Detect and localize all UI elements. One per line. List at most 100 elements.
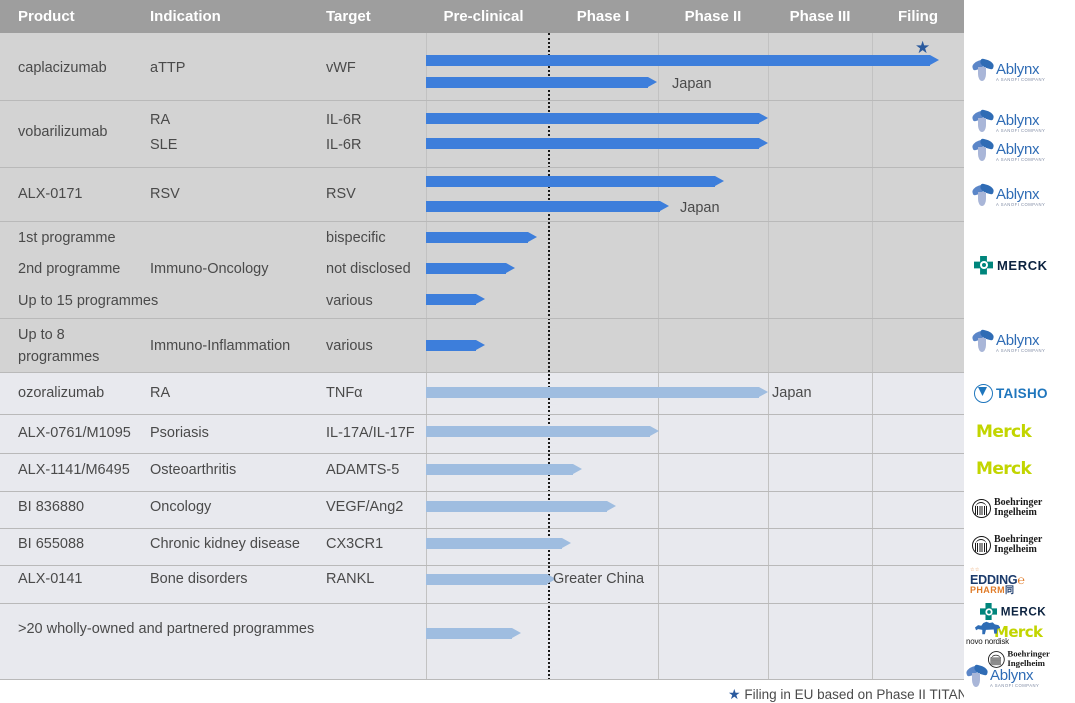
filing-star-marker: ★ [915,38,931,57]
ablynx-logo-icon [971,183,995,207]
cell-indication-alx0141: Bone disorders [150,571,248,587]
pipeline-table: Product Indication Target Pre-clinical P… [0,0,964,680]
cell-indication-bi655088: Chronic kidney disease [150,536,300,552]
column-header-indication: Indication [150,8,221,25]
novo-nordisk-bull-icon [975,621,1001,635]
cell-product-8-programmes-l1: Up to 8 [18,327,65,343]
bar-vobarilizumab-ra [426,113,768,124]
partner-logo-taisho: TAISHO [964,380,1075,406]
table-row [0,603,964,680]
column-header-target: Target [326,8,371,25]
cell-product-alx0171: ALX-0171 [18,186,83,202]
cell-target-bi655088: CX3CR1 [326,536,384,552]
partner-logo-eddingpharm: ☆☆ EDDING℮ PHARM同 [964,568,1075,596]
cell-product-15-programmes: Up to 15 programmes [18,293,159,309]
partner-name: Ablynx [996,185,1040,203]
cell-product-ozoralizumab: ozoralizumab [18,385,105,401]
bar-vobarilizumab-sle [426,138,768,149]
bar-alx0171-rsv-japan [426,201,669,212]
cell-target-alx1141: ADAMTS-5 [326,462,400,478]
bar-15-programmes [426,294,485,305]
partner-tagline: A SANOFI COMPANY [996,201,1046,207]
cell-target-vobarilizumab-sle: IL-6R [326,137,362,153]
partner-name: Ablynx [990,666,1034,684]
partner-logo-boehringer: Boehringer Ingelheim [964,530,1075,560]
cell-target-1st-programme: bispecific [326,230,386,246]
row-divider [0,679,964,680]
partner-subname: PHARM同 [970,585,1015,596]
cell-product-8-programmes-l2: programmes [18,349,100,365]
partner-logo-column: Ablynx A SANOFI COMPANY Ablynx A SANOFI … [964,0,1075,702]
taisho-logo-icon [974,383,993,403]
boehringer-logo-icon [972,535,991,555]
bar-20-programmes [426,628,521,639]
partner-name: Ablynx [996,140,1040,158]
row-divider [0,167,964,168]
cell-product-caplacizumab: caplacizumab [18,60,107,76]
cell-indication-ozoralizumab: RA [150,385,171,401]
row-divider [0,491,964,492]
boehringer-logo-icon [972,498,991,518]
partner-name: Boehringer Ingelheim [994,533,1043,555]
bar-caplacizumab-attp-japan [426,77,657,88]
cell-target-alx0171: RSV [326,186,356,202]
partner-logo-novo-nordisk: novo nordisk [964,616,1075,650]
cell-target-15-programmes: various [326,293,373,309]
partner-tagline: A SANOFI COMPANY [996,76,1046,82]
partner-logo-ablynx: Ablynx A SANOFI COMPANY [964,180,1075,212]
column-divider-phase2 [658,33,659,680]
partner-name: Merck [976,422,1032,442]
bar-bi836880-oncology [426,501,616,512]
bar-alx0171-rsv [426,176,724,187]
partner-tagline: A SANOFI COMPANY [996,127,1046,133]
row-divider [0,414,964,415]
cell-indication-bi836880: Oncology [150,499,212,515]
bar-label-japan-caplacizumab: Japan [672,76,712,92]
cell-product-alx0141: ALX-0141 [18,571,83,587]
cell-target-alx0141: RANKL [326,571,375,587]
bar-caplacizumab-attp [426,55,939,66]
cell-target-alx0761: IL-17A/IL-17F [326,425,415,441]
partner-logo-ablynx: Ablynx A SANOFI COMPANY [964,136,1075,166]
ablynx-logo-icon [971,109,995,133]
cell-target-caplacizumab: vWF [326,60,356,76]
table-row [0,33,964,100]
row-divider [0,528,964,529]
bar-label-japan-ozoralizumab: Japan [772,385,812,401]
ablynx-logo-icon [971,58,995,82]
column-divider-phase3 [768,33,769,680]
cell-product-alx1141: ALX-1141/M6495 [18,462,130,478]
column-header-phase1: Phase I [576,8,630,25]
cell-indication-vobarilizumab-ra: RA [150,112,171,128]
merck-logo-icon [974,255,993,275]
cell-product-bi836880: BI 836880 [18,499,85,515]
cell-indication-alx0761: Psoriasis [150,425,209,441]
row-divider [0,453,964,454]
partner-logo-merck-co: MERCK [964,252,1075,278]
partner-name: Ablynx [996,111,1040,129]
bar-bi655088-ckd [426,538,571,549]
cell-product-bi655088: BI 655088 [18,536,85,552]
partner-logo-ablynx: Ablynx A SANOFI COMPANY [964,107,1075,137]
bar-ozoralizumab-ra [426,387,768,398]
row-divider [0,372,964,373]
ablynx-logo-icon [971,138,995,162]
cell-product-alx0761: ALX-0761/M1095 [18,425,131,441]
partner-name: TAISHO [996,385,1048,401]
partner-logo-ablynx: Ablynx A SANOFI COMPANY [964,52,1075,90]
pipeline-chart: Product Indication Target Pre-clinical P… [0,0,1075,702]
bar-8-programmes [426,340,485,351]
partner-tagline: A SANOFI COMPANY [996,156,1046,162]
ablynx-logo-icon [971,329,995,353]
cell-target-8-programmes: various [326,338,373,354]
cell-product-20-programmes: >20 wholly-owned and partnered programme… [18,621,315,637]
table-row [0,100,964,167]
footnote-star-icon: ★ [728,686,741,702]
bar-2nd-programme [426,263,515,274]
cell-indication-vobarilizumab-sle: SLE [150,137,178,153]
partner-logo-ablynx: Ablynx A SANOFI COMPANY [964,326,1075,358]
row-divider [0,603,964,604]
cell-indication-caplacizumab: aTTP [150,60,186,76]
cell-indication-immuno-inflammation: Immuno-Inflammation [150,338,291,354]
column-header-phase3: Phase III [789,8,851,25]
